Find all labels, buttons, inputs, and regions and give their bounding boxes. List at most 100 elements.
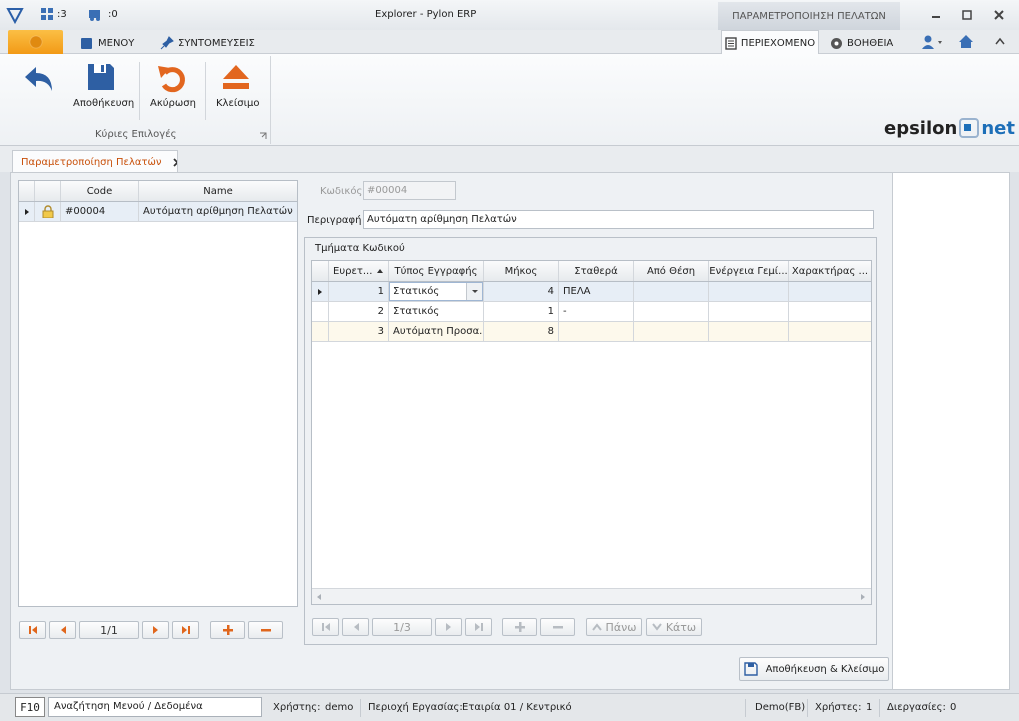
table-row[interactable]: 1 Στατικός 4 ΠΕΛΑ [312,282,871,302]
cancel-button[interactable]: Ακύρωση [144,60,200,120]
ribbon-separator [205,62,206,120]
minimize-button[interactable] [930,9,942,21]
row-name: Αυτόματη αρίθμηση Πελατών [143,206,293,217]
first-page-button[interactable] [19,621,46,639]
ribbon-separator [139,62,140,120]
code-field[interactable]: #00004 [363,181,456,200]
windows-count-icon[interactable] [40,7,54,21]
move-up-button[interactable]: Πάνω [586,618,642,636]
code-label: Κωδικός [320,186,363,197]
column-header-code[interactable]: Code [61,181,139,201]
delete-record-button[interactable] [248,621,283,639]
save-and-close-button[interactable]: Αποθήκευση & Κλείσιμο [739,657,889,681]
group-title: Τμήματα Κωδικού [315,243,405,254]
row-code: #00004 [61,202,139,221]
home-icon[interactable] [958,34,974,49]
content-area: Code Name #00004 Αυτόματη αρίθμηση Πελατ… [10,172,1010,690]
table-row[interactable]: 2 Στατικός 1 - [312,302,871,322]
dropdown-arrow-icon[interactable] [466,283,482,300]
work-area-label: Περιοχή Εργασίας: [368,702,463,713]
f10-key[interactable]: F10 [15,697,45,717]
shortcuts-tab[interactable]: ΣΥΝΤΟΜΕΥΣΕΙΣ [160,35,255,51]
chevron-down-icon [652,623,662,631]
last-icon [181,626,190,634]
column-header-name[interactable]: Name [139,181,297,201]
column-header-constant[interactable]: Σταθερά [559,261,634,281]
menu-search-input[interactable]: Αναζήτηση Μενού / Δεδομένα [48,697,262,717]
last-page-button[interactable] [172,621,199,639]
close-button[interactable]: Κλείσιμο [210,60,264,120]
ribbon-back-button[interactable] [22,62,56,96]
users-label: Χρήστες: [815,702,862,713]
add-part-button[interactable] [502,618,537,636]
column-header-length[interactable]: Μήκος [484,261,559,281]
move-down-button[interactable]: Κάτω [646,618,702,636]
prev-page-button[interactable] [49,621,76,639]
right-side-panel [892,173,1009,689]
delete-part-button[interactable] [540,618,575,636]
document-tab[interactable]: Παραμετροποίηση Πελατών [12,150,178,173]
first-page-button[interactable] [312,618,339,636]
windows-count: :3 [57,9,67,20]
next-page-button[interactable] [142,621,169,639]
scroll-left-icon[interactable] [316,593,322,601]
first-icon [28,626,37,634]
description-field[interactable]: Αυτόματη αρίθμηση Πελατών [363,210,874,229]
close-window-button[interactable] [993,9,1005,21]
next-icon [445,623,451,631]
brand-logo: epsilon net [884,117,1015,139]
cell-index: 3 [329,322,389,341]
left-grid: Code Name #00004 Αυτόματη αρίθμηση Πελατ… [18,180,298,607]
close-tab-icon[interactable] [173,157,177,167]
app-logo-icon[interactable] [6,6,24,25]
work-area-value: Εταιρία 01 / Κεντρικό [462,702,572,713]
scroll-right-icon[interactable] [860,593,866,601]
prev-page-button[interactable] [342,618,369,636]
save-icon [88,64,114,90]
plus-icon [514,622,525,632]
column-header-type[interactable]: Τύπος Εγγραφής [389,261,484,281]
sort-asc-icon [377,269,384,273]
group-launcher-icon[interactable] [259,132,267,140]
content-tab[interactable]: ΠΕΡΙΕΧΟΜΕΝΟ [721,30,819,55]
table-row[interactable]: 3 Αυτόματη Προσα... 8 [312,322,871,342]
context-tab-label: ΠΑΡΑΜΕΤΡΟΠΟΙΗΣΗ ΠΕΛΑΤΩΝ [732,10,886,22]
prev-icon [60,626,66,634]
left-grid-header: Code Name [19,181,297,202]
next-page-button[interactable] [435,618,462,636]
minus-icon [260,629,271,632]
brand-mark-icon [959,118,980,138]
app-menu-button[interactable] [8,30,63,54]
orb-icon [29,35,42,49]
type-dropdown[interactable]: Στατικός [389,282,484,301]
cell-index: 2 [329,302,389,321]
cell-type: Στατικός [389,302,484,321]
table-row[interactable]: #00004 Αυτόματη αρίθμηση Πελατών [19,202,297,222]
column-header-fill-action[interactable]: Ενέργεια Γεμί... [709,261,789,281]
undo-icon [158,66,185,93]
cell-constant [559,322,634,341]
users-value: 1 [866,702,873,713]
column-header-index[interactable]: Ευρετ... [329,261,389,281]
column-header-character[interactable]: Χαρακτήρας ... [789,261,871,281]
cell-length: 4 [484,282,559,301]
add-record-button[interactable] [210,621,245,639]
last-page-button[interactable] [465,618,492,636]
horizontal-scrollbar[interactable] [312,588,871,604]
pin-icon [160,36,174,50]
tasks-count-icon[interactable] [88,7,104,21]
last-icon [474,623,483,631]
user-icon[interactable] [922,35,944,49]
collapse-ribbon-icon[interactable] [995,37,1005,45]
book-icon [81,37,92,49]
menu-tab[interactable]: ΜΕΝΟΥ [80,35,134,51]
description-label: Περιγραφή [307,215,362,226]
user-label: Χρήστης: [273,702,321,713]
page-indicator: 1/1 [79,621,139,639]
title-bar: :3 :0 Explorer - Pylon ERP ΠΑΡΑΜΕΤΡΟΠΟΙΗ… [0,0,1019,30]
help-tab[interactable]: ΒΟΗΘΕΙΑ [830,35,893,51]
context-tab-header: ΠΑΡΑΜΕΤΡΟΠΟΙΗΣΗ ΠΕΛΑΤΩΝ [718,2,900,30]
column-header-from-position[interactable]: Από Θέση [634,261,709,281]
maximize-button[interactable] [961,9,973,21]
save-button[interactable]: Αποθήκευση [68,60,136,120]
